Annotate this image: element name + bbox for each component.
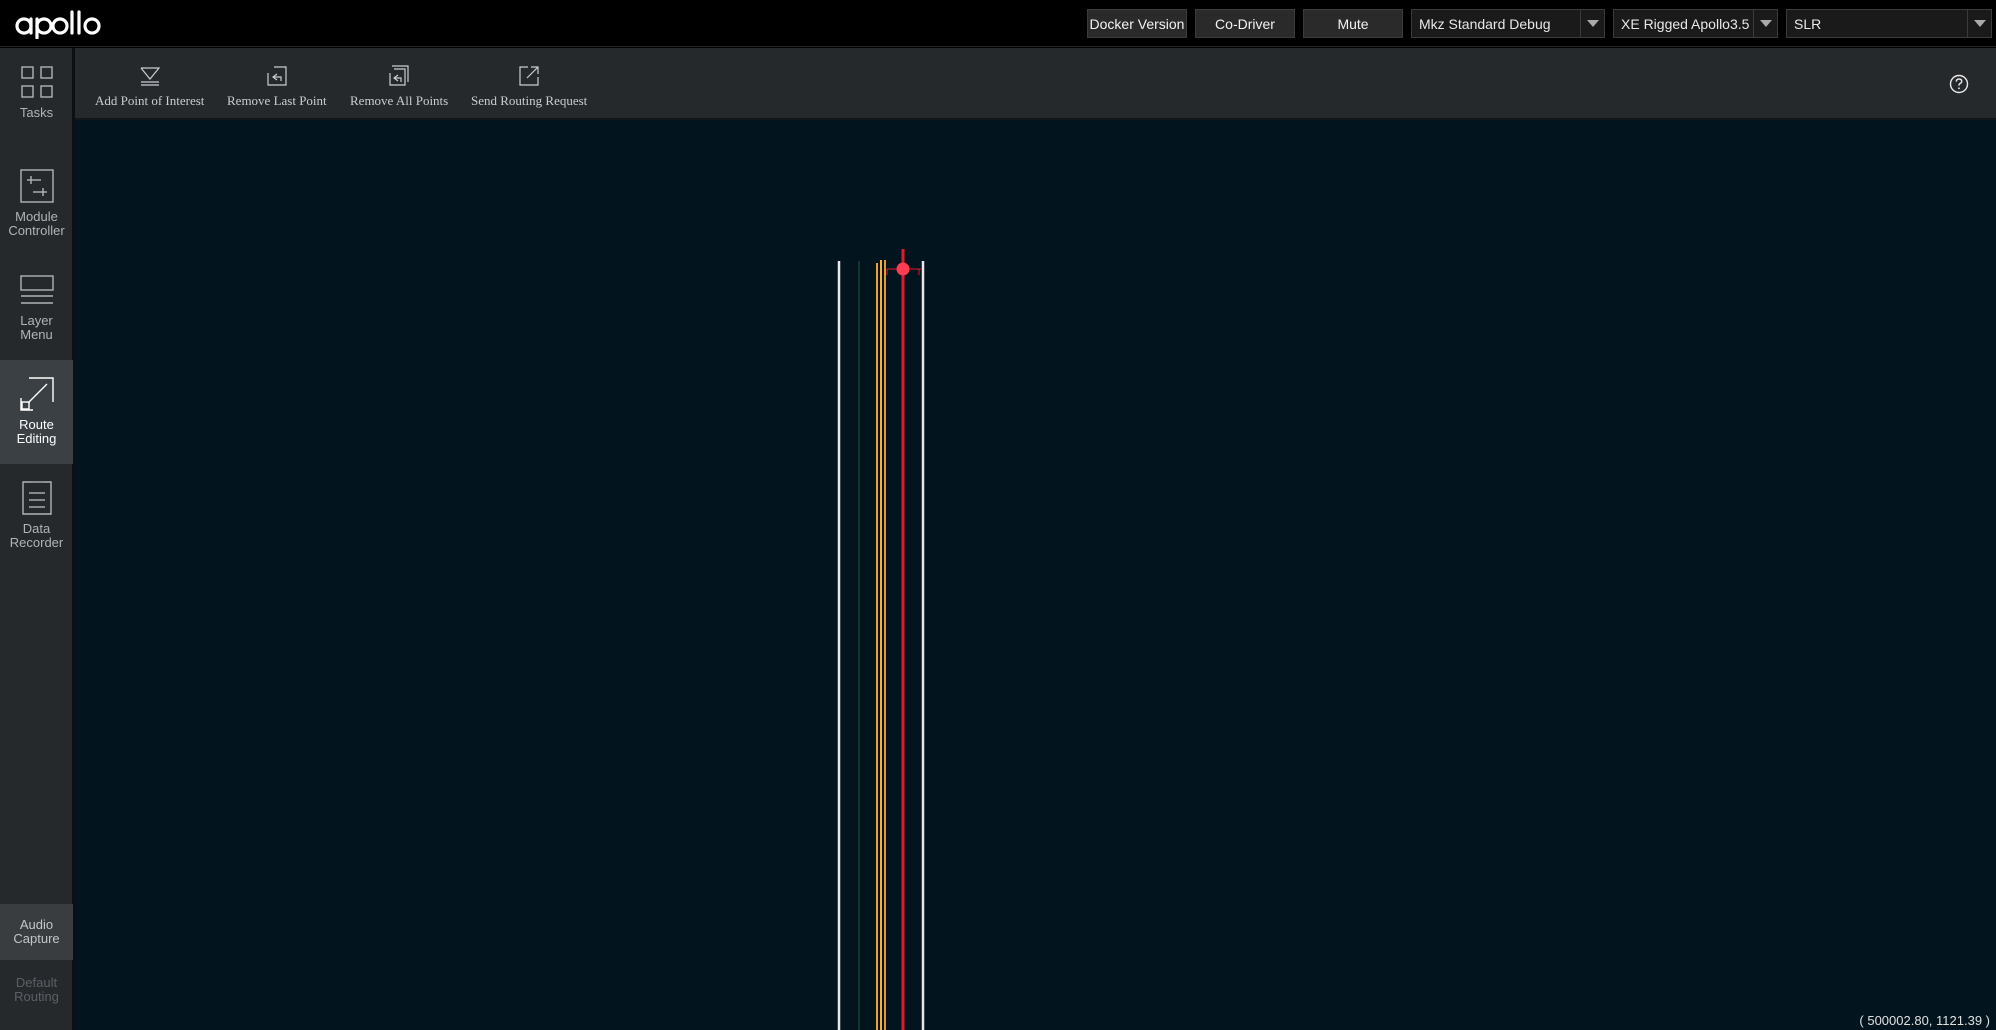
chevron-down-icon[interactable] <box>1580 10 1604 37</box>
route-editing-toolbar: Add Point of Interest Remove Last Point … <box>75 48 1996 120</box>
route-editing-icon <box>19 377 54 411</box>
add-point-label: Add Point of Interest <box>95 93 205 108</box>
remove-all-points-button[interactable]: Remove All Points <box>350 48 448 120</box>
send-routing-icon <box>519 66 539 86</box>
layer-menu-icon <box>19 275 54 304</box>
send-routing-request-button[interactable]: Send Routing Request <box>471 48 587 120</box>
tasks-grid-icon <box>20 66 53 98</box>
left-sidebar: Tasks Module Controller Layer Menu Route… <box>0 48 75 1030</box>
top-header: Docker Version Co-Driver Mute Mkz Standa… <box>0 0 1996 47</box>
sidebar-item-label: Layer Menu <box>20 313 53 342</box>
remove-last-point-button[interactable]: Remove Last Point <box>227 48 327 120</box>
chevron-down-icon[interactable] <box>1967 10 1991 37</box>
apollo-logo <box>14 6 114 42</box>
sidebar-item-label: Data Recorder <box>9 521 64 550</box>
sidebar-item-label: Route Editing <box>16 417 57 446</box>
coordinate-readout: ( 500002.80, 1121.39 ) <box>1859 1013 1990 1028</box>
sidebar-item-route-editing[interactable]: Route Editing <box>0 360 73 464</box>
map-canvas[interactable]: ( 500002.80, 1121.39 ) <box>75 120 1996 1030</box>
default-routing-button[interactable]: Default Routing <box>0 962 73 1018</box>
point-of-interest-marker[interactable] <box>896 262 910 276</box>
send-routing-label: Send Routing Request <box>471 93 588 108</box>
sidebar-item-tasks[interactable]: Tasks <box>0 48 73 152</box>
remove-last-point-label: Remove Last Point <box>227 93 327 108</box>
mode-select-value: Mkz Standard Debug <box>1419 15 1551 32</box>
vehicle-select-value: XE Rigged Apollo3.5 <box>1621 15 1750 32</box>
remove-all-points-icon <box>389 65 409 86</box>
help-icon[interactable] <box>1949 74 1969 94</box>
map-select-value: SLR <box>1794 15 1822 32</box>
add-point-of-interest-button[interactable]: Add Point of Interest <box>95 48 204 120</box>
remove-last-point-icon <box>267 66 287 86</box>
module-controller-icon <box>19 169 54 203</box>
sidebar-item-module-controller[interactable]: Module Controller <box>0 152 73 256</box>
docker-version-button[interactable]: Docker Version <box>1087 9 1187 38</box>
sidebar-item-label: Tasks <box>19 105 54 120</box>
sidebar-item-label: Module Controller <box>8 209 65 238</box>
road-layer <box>837 249 925 1030</box>
mode-select[interactable]: Mkz Standard Debug <box>1411 9 1605 38</box>
sidebar-item-data-recorder[interactable]: Data Recorder <box>0 464 73 568</box>
data-recorder-icon <box>21 481 52 515</box>
mute-button[interactable]: Mute <box>1303 9 1403 38</box>
audio-capture-button[interactable]: Audio Capture <box>0 904 73 960</box>
add-point-icon <box>140 67 160 86</box>
remove-all-points-label: Remove All Points <box>350 93 449 108</box>
co-driver-button[interactable]: Co-Driver <box>1195 9 1295 38</box>
sidebar-item-layer-menu[interactable]: Layer Menu <box>0 256 73 360</box>
chevron-down-icon[interactable] <box>1753 10 1777 37</box>
vehicle-select[interactable]: XE Rigged Apollo3.5 <box>1613 9 1778 38</box>
map-select[interactable]: SLR <box>1786 9 1992 38</box>
